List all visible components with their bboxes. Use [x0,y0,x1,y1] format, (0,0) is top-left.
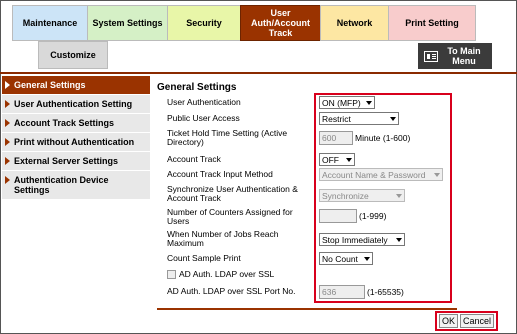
sidebar-item-general-settings[interactable]: General Settings [2,76,150,95]
tab-customize[interactable]: Customize [38,41,108,69]
sidebar-item-label: General Settings [14,80,86,90]
tab-system-settings[interactable]: System Settings [87,5,167,41]
jobs-reach-maximum-label: When Number of Jobs Reach Maximum [167,229,279,248]
ticket-hold-time-input[interactable]: 600 [319,131,353,145]
account-track-input-method-select[interactable]: Account Name & Password [319,168,443,181]
count-sample-print-select[interactable]: No Count [319,252,373,265]
sidebar-item-print-without-authentication[interactable]: Print without Authentication [2,133,150,152]
chevron-down-icon [396,237,402,242]
jobs-reach-maximum-select[interactable]: Stop Immediately [319,233,405,246]
sidebar-item-external-server-settings[interactable]: External Server Settings [2,152,150,171]
ticket-hold-time-suffix: Minute (1-600) [355,133,411,143]
account-track-input-method-label: Account Track Input Method [167,169,273,179]
sidebar-item-label: Print without Authentication [14,137,135,147]
chevron-down-icon [346,157,352,162]
account-track-label: Account Track [167,154,221,164]
user-authentication-label: User Authentication [167,97,241,107]
ldap-over-ssl-label: AD Auth. LDAP over SSL [179,269,275,279]
cancel-button[interactable]: Cancel [460,314,494,328]
account-track-value: OFF [322,154,339,165]
to-main-menu-button[interactable]: To Main Menu [418,43,492,69]
sidebar-item-label: External Server Settings [14,156,119,166]
ldap-over-ssl-row: AD Auth. LDAP over SSL [167,269,275,280]
tab-user-label: User Auth/Account Track [251,8,310,38]
synchronize-value: Synchronize [322,190,369,201]
number-of-counters-label: Number of Counters Assigned for Users [167,207,293,226]
ticket-hold-time-row: 600 Minute (1-600) [319,131,410,145]
public-user-access-select[interactable]: Restrict [319,112,399,125]
ldap-port-label: AD Auth. LDAP over SSL Port No. [167,286,296,296]
account-track-input-method-value: Account Name & Password [322,169,426,180]
count-sample-print-value: No Count [322,253,358,264]
number-of-counters-row: (1-999) [319,209,386,223]
chevron-down-icon [390,116,396,121]
to-main-menu-label: To Main Menu [447,46,481,66]
page-title: General Settings [157,82,237,93]
account-track-select[interactable]: OFF [319,153,355,166]
header-divider [0,72,517,74]
arrow-right-icon [5,176,10,184]
main-menu-icon [424,50,438,62]
jobs-reach-maximum-value: Stop Immediately [322,234,388,245]
count-sample-print-label: Count Sample Print [167,253,241,263]
public-user-access-value: Restrict [322,113,351,124]
ok-button[interactable]: OK [439,314,458,328]
sidebar-item-label: Account Track Settings [14,118,115,128]
synchronize-label: Synchronize User Authentication & Accoun… [167,184,298,203]
sidebar-item-user-authentication-setting[interactable]: User Authentication Setting [2,95,150,114]
chevron-down-icon [364,256,370,261]
ldap-over-ssl-checkbox[interactable] [167,270,176,280]
sidebar-item-authentication-device-settings[interactable]: Authentication Device Settings [2,171,150,200]
chevron-down-icon [434,172,440,177]
sidebar-item-label: Authentication Device Settings [14,175,109,195]
tab-maintenance[interactable]: Maintenance [12,5,87,41]
user-authentication-value: ON (MFP) [322,97,361,108]
chevron-down-icon [366,100,372,105]
public-user-access-label: Public User Access [167,113,240,123]
arrow-right-icon [5,119,10,127]
user-authentication-select[interactable]: ON (MFP) [319,96,375,109]
ldap-port-suffix: (1-65535) [367,287,404,297]
arrow-right-icon [5,157,10,165]
chevron-down-icon [396,193,402,198]
footer-divider [157,308,457,310]
main-content: General Settings [157,82,457,93]
arrow-right-icon [5,81,10,89]
number-of-counters-suffix: (1-999) [359,211,387,221]
sidebar-item-label: User Authentication Setting [14,99,133,109]
number-of-counters-input[interactable] [319,209,357,223]
sidebar-item-account-track-settings[interactable]: Account Track Settings [2,114,150,133]
tab-network[interactable]: Network [320,5,388,41]
tab-security[interactable]: Security [167,5,240,41]
arrow-right-icon [5,100,10,108]
tab-user-auth-account-track[interactable]: User Auth/Account Track [240,5,320,41]
ticket-hold-time-label: Ticket Hold Time Setting (Active Directo… [167,128,288,147]
ldap-port-input[interactable]: 636 [319,285,365,299]
ldap-port-row: 636 (1-65535) [319,285,404,299]
tab-print-setting[interactable]: Print Setting [388,5,476,41]
synchronize-select[interactable]: Synchronize [319,189,405,202]
arrow-right-icon [5,138,10,146]
sidebar: General Settings User Authentication Set… [2,76,150,200]
